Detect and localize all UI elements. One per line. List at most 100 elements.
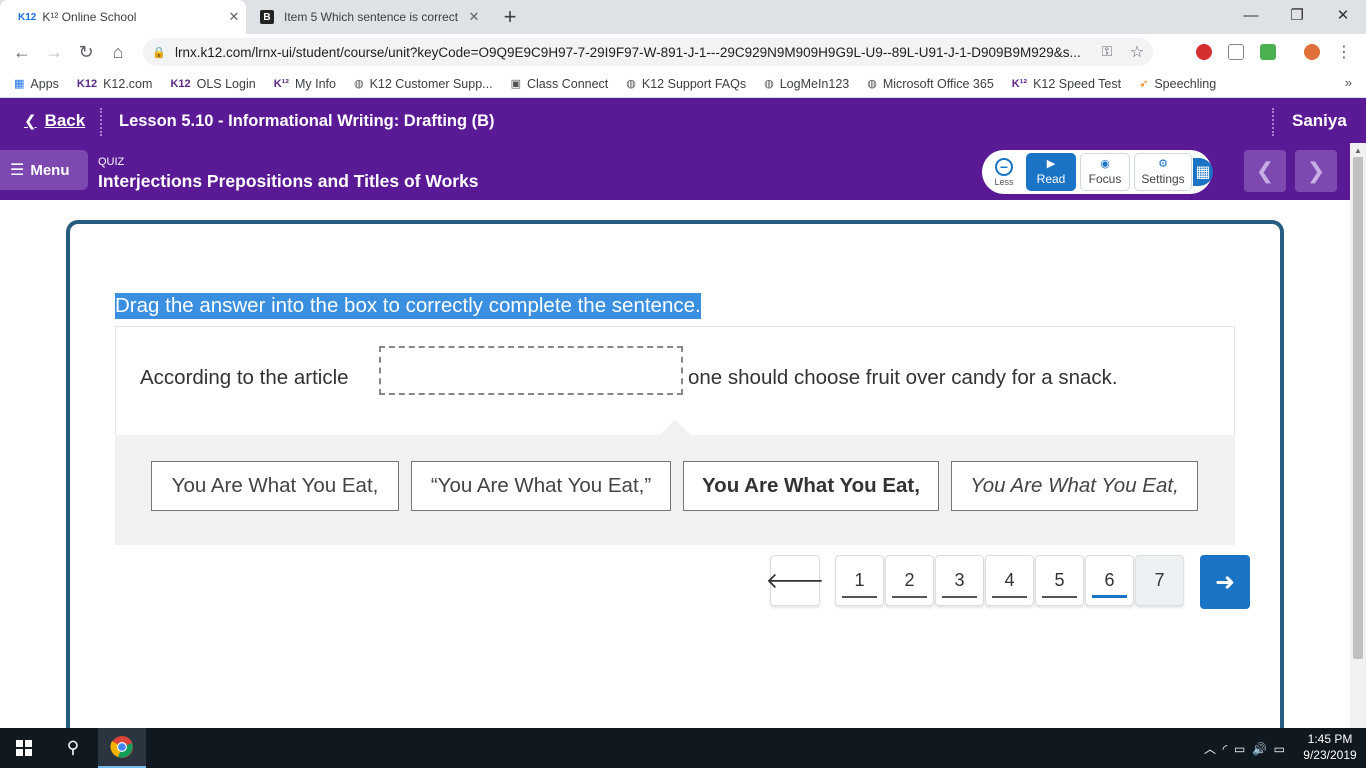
gear-icon: ⚙ (1158, 157, 1168, 170)
new-tab-button[interactable]: + (498, 4, 522, 30)
page-button-6[interactable]: 6 (1085, 555, 1134, 606)
answer-drop-zone[interactable] (379, 346, 683, 395)
page-button-3[interactable]: 3 (935, 555, 984, 606)
globe-icon: ◍ (764, 78, 774, 90)
k12-favicon-icon: K12 (18, 11, 37, 23)
bookmark-k12-customer-support[interactable]: ◍ K12 Customer Supp... (354, 77, 493, 91)
chrome-taskbar-icon[interactable] (98, 728, 146, 768)
previous-activity-button[interactable]: ❮ (1244, 150, 1286, 192)
globe-icon: ◍ (353, 78, 364, 90)
browser-toolbar: ← → ↻ ⌂ 🔒 lrnx.k12.com/lrnx-ui/student/c… (0, 34, 1366, 70)
bookmark-class-connect[interactable]: ▣ Class Connect (511, 77, 609, 91)
k12-icon: K¹² (1011, 77, 1028, 90)
windows-start-icon[interactable] (0, 728, 48, 768)
sentence-after-text: one should choose fruit over candy for a… (688, 366, 1118, 389)
lesson-title: Lesson 5.10 - Informational Writing: Dra… (119, 112, 495, 130)
media-extension-icon[interactable] (1228, 44, 1244, 60)
tab-k12-online-school[interactable]: K12 K¹² Online School ✕ (0, 0, 246, 34)
tab-title: K¹² Online School (42, 10, 137, 24)
arrow-left-icon: 🡐 (765, 567, 825, 593)
tab-title: Item 5 Which sentence is correct (284, 10, 459, 24)
page-button-1[interactable]: 1 (835, 555, 884, 606)
bookmark-microsoft-office-365[interactable]: ◍ Microsoft Office 365 (867, 77, 994, 91)
page-scrollbar[interactable]: ▲ (1350, 143, 1366, 728)
user-name[interactable]: Saniya (1292, 111, 1347, 131)
page-button-2[interactable]: 2 (885, 555, 934, 606)
answer-option-bold[interactable]: You Are What You Eat, (683, 461, 939, 511)
bookmark-ols-login[interactable]: K12 OLS Login (170, 77, 255, 91)
bookmark-star-icon[interactable]: ☆ (1121, 42, 1153, 62)
home-icon[interactable]: ⌂ (104, 38, 132, 66)
taskbar-clock[interactable]: 1:45 PM 9/23/2019 (1300, 731, 1360, 763)
maximize-window-icon[interactable]: ❐ (1274, 0, 1320, 30)
close-tab-icon[interactable]: ✕ (462, 9, 486, 25)
windows-taskbar: ⚲ ︿ ◜ ▭ 🔊 ▭ 1:45 PM 9/23/2019 (0, 728, 1366, 768)
minimize-window-icon[interactable]: — (1228, 0, 1274, 30)
back-link[interactable]: ❮ Back (24, 111, 85, 131)
bookmark-k12-speed-test[interactable]: K¹² K12 Speed Test (1012, 77, 1121, 91)
less-button[interactable]: − Less (986, 152, 1022, 192)
course-header: ❮ Back Lesson 5.10 - Informational Writi… (0, 98, 1366, 200)
quiz-title: Interjections Prepositions and Titles of… (98, 171, 479, 191)
key-icon[interactable]: ⚿ (1093, 44, 1121, 60)
play-icon: ▶ (1046, 157, 1056, 170)
page-button-7[interactable]: 7 (1135, 555, 1184, 606)
focus-button[interactable]: ◉ Focus (1080, 153, 1130, 191)
next-question-button[interactable]: ➜ (1200, 555, 1250, 609)
grid-icon[interactable]: ▦ (1193, 158, 1213, 186)
k12-icon: K¹² (273, 77, 289, 90)
k12-icon: K12 (76, 77, 98, 90)
chrome-menu-icon[interactable]: ⋮ (1330, 38, 1358, 66)
scrollbar-thumb[interactable] (1353, 157, 1363, 659)
more-bookmarks-icon[interactable]: » (1345, 75, 1352, 90)
taskbar-search-icon[interactable]: ⚲ (50, 728, 96, 768)
close-tab-icon[interactable]: ✕ (222, 9, 246, 25)
quiz-label: QUIZ (98, 156, 125, 168)
arrow-right-icon: ➜ (1214, 568, 1236, 596)
bookmark-k12-com[interactable]: K12 K12.com (77, 77, 153, 91)
green-extension-icon[interactable] (1260, 44, 1276, 60)
previous-question-button[interactable]: 🡐 (766, 555, 825, 606)
scroll-up-icon[interactable]: ▲ (1354, 146, 1362, 155)
divider (1272, 108, 1274, 136)
read-button[interactable]: ▶ Read (1026, 153, 1076, 191)
settings-button[interactable]: ⚙ Settings (1134, 153, 1192, 191)
sentence-before-text: According to the article (140, 366, 349, 389)
url-text: lrnx.k12.com/lrnx-ui/student/course/unit… (175, 44, 1081, 60)
bookmark-k12-support-faqs[interactable]: ◍ K12 Support FAQs (626, 77, 746, 91)
lock-icon: 🔒 (152, 46, 166, 59)
minus-icon: − (995, 157, 1013, 176)
browser-tab-strip: K12 K¹² Online School ✕ B Item 5 Which s… (0, 0, 1366, 34)
globe-icon: ◍ (626, 78, 636, 90)
profile-avatar-icon[interactable] (1304, 44, 1320, 60)
answer-option-italic[interactable]: You Are What You Eat, (951, 461, 1198, 511)
page-button-5[interactable]: 5 (1035, 555, 1084, 606)
menu-button[interactable]: ☰ Menu (0, 150, 88, 190)
b-favicon-icon: B (260, 10, 274, 24)
bookmark-apps[interactable]: ▦ Apps (14, 77, 59, 91)
adblock-extension-icon[interactable] (1196, 44, 1212, 60)
bookmark-logmein123[interactable]: ◍ LogMeIn123 (764, 77, 849, 91)
bookmark-my-info[interactable]: K¹² My Info (274, 77, 336, 91)
bookmark-speechling[interactable]: ➶ Speechling (1139, 77, 1216, 91)
bookmarks-bar: ▦ Apps K12 K12.com K12 OLS Login K¹² My Info… (0, 70, 1366, 98)
answer-option-plain[interactable]: You Are What You Eat, (151, 461, 399, 511)
system-tray-icons[interactable]: ︿ ◜ ▭ 🔊 ▭ (1204, 740, 1285, 757)
reload-icon[interactable]: ↻ (72, 38, 100, 66)
k12-icon: K12 (170, 77, 191, 90)
reading-tools: − Less ▶ Read ◉ Focus ⚙ Settings (982, 150, 1212, 194)
next-activity-button[interactable]: ❯ (1295, 150, 1337, 192)
globe-icon: ◍ (867, 78, 877, 90)
close-window-icon[interactable]: ✕ (1320, 0, 1366, 30)
question-instruction: Drag the answer into the box to correctl… (115, 293, 701, 319)
browser-back-icon[interactable]: ← (8, 38, 36, 66)
page-button-4[interactable]: 4 (985, 555, 1034, 606)
address-bar[interactable]: 🔒 lrnx.k12.com/lrnx-ui/student/course/un… (143, 38, 1153, 66)
apps-icon: ▦ (14, 78, 25, 90)
chevron-left-icon: ❮ (24, 113, 37, 130)
tab-item-5[interactable]: B Item 5 Which sentence is correct ✕ (246, 0, 486, 34)
video-icon: ▣ (510, 78, 521, 90)
answer-option-quoted[interactable]: “You Are What You Eat,” (411, 461, 671, 511)
divider (100, 108, 102, 136)
browser-forward-icon[interactable]: → (40, 38, 68, 66)
